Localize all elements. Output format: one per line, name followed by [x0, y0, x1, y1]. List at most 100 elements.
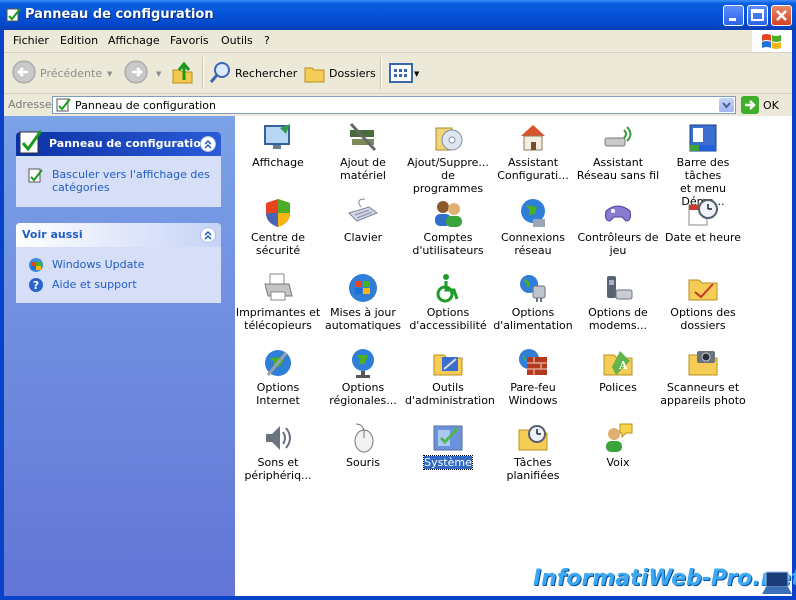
globe-icon	[352, 349, 374, 378]
views-dropdown-icon[interactable]: ▼	[414, 70, 419, 78]
up-folder-button[interactable]	[170, 57, 196, 89]
item-label-text: Ajout/Suppre... de programmes	[407, 156, 489, 195]
item-regional-options[interactable]: Options régionales...	[320, 344, 406, 416]
item-administrative-tools[interactable]: Outils d'administration	[405, 344, 495, 416]
back-button[interactable]: Précédente	[10, 57, 110, 89]
collapse-button[interactable]	[200, 227, 216, 243]
item-user-accounts[interactable]: Comptes d'utilisateurs	[405, 194, 491, 266]
item-scanners-cameras[interactable]: Scanneurs et appareils photo	[660, 344, 746, 416]
maximize-icon	[751, 9, 764, 21]
menu-view[interactable]: Affichage	[108, 34, 160, 47]
item-printers-faxes[interactable]: Imprimantes et télécopieurs	[235, 269, 321, 341]
item-label-text: Options régionales...	[329, 381, 397, 407]
item-label: Voix	[575, 456, 661, 469]
item-system[interactable]: Système	[405, 419, 491, 491]
item-date-time[interactable]: Date et heure	[660, 194, 746, 266]
item-sounds-audio[interactable]: Sons et périphériq...	[235, 419, 321, 491]
switch-category-view-link[interactable]: Basculer vers l'affichage des catégories	[52, 168, 210, 194]
menu-file[interactable]: Fichier	[13, 34, 49, 47]
item-label: Outils d'administration	[405, 381, 495, 407]
item-add-hardware[interactable]: Ajout de matériel	[320, 119, 406, 191]
watermark-text: InformatiWeb-Pro.net	[533, 566, 796, 591]
folders-label: Dossiers	[329, 67, 376, 80]
folders-button[interactable]: Dossiers	[300, 57, 376, 89]
svg-text:A: A	[618, 359, 628, 372]
views-button[interactable]: ▼	[386, 57, 422, 89]
item-label: Imprimantes et télécopieurs	[235, 306, 321, 332]
maximize-button[interactable]	[747, 5, 768, 26]
item-fonts[interactable]: A Polices	[575, 344, 661, 416]
admin-tools-icon	[433, 354, 463, 376]
keyboard-icon	[348, 198, 379, 222]
item-windows-firewall[interactable]: Pare-feu Windows	[490, 344, 576, 416]
go-button[interactable]: OK	[741, 96, 791, 114]
title-bar[interactable]: Panneau de configuration	[0, 0, 796, 30]
item-power-options[interactable]: Options d'alimentation	[490, 269, 576, 341]
item-security-center[interactable]: Centre de sécurité	[235, 194, 321, 266]
window-title: Panneau de configuration	[25, 7, 214, 22]
minimize-button[interactable]	[723, 5, 744, 26]
item-phone-modem-options[interactable]: Options de modems...	[575, 269, 661, 341]
close-button[interactable]	[771, 5, 792, 26]
help-support-link[interactable]: Aide et support	[52, 278, 137, 291]
forward-dropdown-icon[interactable]: ▼	[156, 70, 161, 78]
item-taskbar-start-menu[interactable]: Barre des tâches et menu Déma...	[660, 119, 746, 208]
home-network-icon	[521, 125, 545, 151]
power-plug-icon	[520, 275, 546, 302]
item-display[interactable]: Affichage	[235, 119, 321, 191]
item-scheduled-tasks[interactable]: Tâches planifiées	[490, 419, 576, 491]
item-accessibility-options[interactable]: Options d'accessibilité	[405, 269, 491, 341]
address-field[interactable]: Panneau de configuration	[52, 96, 736, 114]
item-label: Options des dossiers	[660, 306, 746, 332]
item-label-text: Pare-feu Windows	[508, 381, 558, 407]
item-label: Polices	[575, 381, 661, 394]
taskbar-icon	[689, 124, 717, 152]
item-internet-options[interactable]: Options Internet	[235, 344, 321, 416]
item-label: Contrôleurs de jeu	[575, 231, 661, 257]
item-keyboard[interactable]: Clavier	[320, 194, 406, 266]
accessibility-icon	[436, 274, 459, 303]
folders-icon	[304, 67, 325, 83]
laptop-logo-icon	[762, 571, 792, 594]
back-dropdown-icon[interactable]: ▼	[107, 70, 112, 78]
item-label: Comptes d'utilisateurs	[405, 231, 491, 257]
address-value: Panneau de configuration	[75, 99, 217, 112]
item-mouse[interactable]: Souris	[320, 419, 406, 491]
menu-help[interactable]: ?	[264, 34, 270, 47]
item-game-controllers[interactable]: Contrôleurs de jeu	[575, 194, 661, 266]
item-add-remove-programs[interactable]: Ajout/Suppre... de programmes	[405, 119, 491, 195]
address-dropdown-button[interactable]	[719, 98, 734, 112]
add-hardware-icon	[349, 122, 377, 152]
control-panel-items: Affichage Ajout de matériel Ajout/Suppre…	[235, 116, 792, 596]
speech-icon	[606, 423, 633, 452]
collapse-button[interactable]	[200, 136, 216, 152]
menu-edit[interactable]: Edition	[60, 34, 98, 47]
windows-update-link[interactable]: Windows Update	[52, 258, 144, 271]
panel-title: Panneau de configuration	[49, 137, 209, 150]
item-speech[interactable]: Voix	[575, 419, 661, 491]
item-wireless-network-wizard[interactable]: Assistant Réseau sans fil	[575, 119, 661, 191]
item-network-setup-wizard[interactable]: Assistant Configurati...	[490, 119, 576, 191]
item-label-text: Options d'alimentation	[493, 306, 573, 332]
display-icon	[264, 124, 290, 149]
item-network-connections[interactable]: Connexions réseau	[490, 194, 576, 266]
item-label-text: Clavier	[343, 231, 383, 244]
explorer-window: Panneau de configuration Fichier Edition…	[0, 0, 796, 600]
search-button[interactable]: Rechercher	[206, 57, 297, 89]
see-also-panel-header[interactable]: Voir aussi	[16, 223, 221, 247]
menu-tools[interactable]: Outils	[221, 34, 253, 47]
item-label-text: Imprimantes et télécopieurs	[235, 306, 321, 332]
windows-logo	[752, 30, 792, 52]
svg-text:?: ?	[33, 279, 39, 292]
item-folder-options[interactable]: Options des dossiers	[660, 269, 746, 341]
mouse-icon	[354, 423, 374, 453]
forward-button[interactable]: ▼	[122, 57, 162, 89]
item-label: Assistant Réseau sans fil	[575, 156, 661, 182]
search-icon	[209, 62, 230, 83]
camera-icon	[688, 351, 718, 376]
printer-icon	[264, 273, 293, 301]
control-panel-panel-header[interactable]: Panneau de configuration	[16, 130, 221, 156]
menu-favorites[interactable]: Favoris	[170, 34, 209, 47]
item-automatic-updates[interactable]: Mises à jour automatiques	[320, 269, 406, 341]
item-label: Affichage	[235, 156, 321, 169]
